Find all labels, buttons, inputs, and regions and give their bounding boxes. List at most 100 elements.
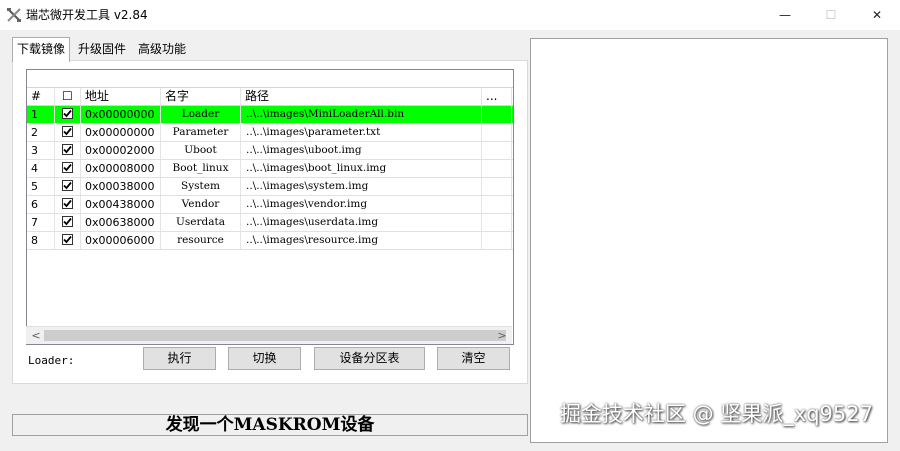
row-address: 0x00000000 xyxy=(81,106,161,123)
column-header-address[interactable]: 地址 xyxy=(81,88,161,105)
row-checkbox[interactable] xyxy=(62,144,73,155)
row-path[interactable]: ..\..\images\resource.img xyxy=(241,232,482,249)
checkmark-icon xyxy=(63,163,72,172)
row-checkbox-cell xyxy=(55,142,81,159)
row-checkbox-cell xyxy=(55,214,81,231)
table-row[interactable]: 3 0x00002000 Uboot ..\..\images\uboot.img xyxy=(27,142,513,160)
title-bar: 瑞芯微开发工具 v2.84 — ☐ ✕ xyxy=(0,0,900,30)
checkmark-icon xyxy=(63,127,72,136)
row-path[interactable]: ..\..\images\vendor.img xyxy=(241,196,482,213)
tab-upgrade-firmware[interactable]: 升级固件 xyxy=(74,38,130,60)
switch-button[interactable]: 切换 xyxy=(228,347,301,370)
table-row[interactable]: 4 0x00008000 Boot_linux ..\..\images\boot_l… xyxy=(27,160,513,178)
row-checkbox[interactable] xyxy=(62,180,73,191)
row-path[interactable]: ..\..\images\system.img xyxy=(241,178,482,195)
row-name: Userdata xyxy=(161,214,241,231)
row-checkbox-cell xyxy=(55,178,81,195)
column-header-row: # ☐ 地址 名字 路径 ... xyxy=(27,88,513,106)
column-header-name[interactable]: 名字 xyxy=(161,88,241,105)
row-more[interactable] xyxy=(482,160,512,177)
row-checkbox-cell xyxy=(55,232,81,249)
app-tools-icon xyxy=(6,7,22,23)
row-checkbox[interactable] xyxy=(62,198,73,209)
scroll-thumb[interactable] xyxy=(44,330,506,341)
row-name: System xyxy=(161,178,241,195)
row-checkbox[interactable] xyxy=(62,162,73,173)
row-name: resource xyxy=(161,232,241,249)
table-row[interactable]: 1 0x00000000 Loader ..\..\images\MiniLoader… xyxy=(27,106,513,124)
list-group-header xyxy=(27,70,513,88)
row-checkbox-cell xyxy=(55,196,81,213)
table-row[interactable]: 6 0x00438000 Vendor ..\..\images\vendor.img xyxy=(27,196,513,214)
column-header-path[interactable]: 路径 xyxy=(241,88,482,105)
row-address: 0x00008000 xyxy=(81,160,161,177)
tab-download-image[interactable]: 下载镜像 xyxy=(12,37,71,62)
row-address: 0x00638000 xyxy=(81,214,161,231)
row-checkbox-cell xyxy=(55,106,81,123)
row-index: 6 xyxy=(27,196,55,213)
maximize-button[interactable]: ☐ xyxy=(808,0,854,30)
row-checkbox[interactable] xyxy=(62,108,73,119)
partition-table-button[interactable]: 设备分区表 xyxy=(314,347,425,370)
window-title: 瑞芯微开发工具 v2.84 xyxy=(26,8,148,22)
row-index: 8 xyxy=(27,232,55,249)
checkmark-icon xyxy=(63,217,72,226)
row-path[interactable]: ..\..\images\MiniLoaderAll.bin xyxy=(241,106,482,123)
row-path[interactable]: ..\..\images\uboot.img xyxy=(241,142,482,159)
row-checkbox-cell xyxy=(55,160,81,177)
checkmark-icon xyxy=(63,235,72,244)
row-checkbox-cell xyxy=(55,124,81,141)
column-header-index[interactable]: # xyxy=(27,88,55,105)
table-row[interactable]: 2 0x00000000 Parameter ..\..\images\paramet… xyxy=(27,124,513,142)
partition-list[interactable]: # ☐ 地址 名字 路径 ... 1 0x00000000 Loader ..\..\… xyxy=(26,69,514,345)
minimize-button[interactable]: — xyxy=(762,0,808,30)
partition-rows: 1 0x00000000 Loader ..\..\images\MiniLoader… xyxy=(27,106,513,250)
row-index: 1 xyxy=(27,106,55,123)
row-more[interactable] xyxy=(482,142,512,159)
row-more[interactable] xyxy=(482,196,512,213)
row-address: 0x00006000 xyxy=(81,232,161,249)
row-address: 0x00038000 xyxy=(81,178,161,195)
row-more[interactable] xyxy=(482,124,512,141)
scroll-left-arrow-icon[interactable]: < xyxy=(30,327,42,344)
row-more[interactable] xyxy=(482,178,512,195)
table-row[interactable]: 7 0x00638000 Userdata ..\..\images\userdata… xyxy=(27,214,513,232)
horizontal-scrollbar[interactable]: < > xyxy=(26,326,512,344)
column-header-more[interactable]: ... xyxy=(482,88,512,105)
table-row[interactable]: 8 0x00006000 resource ..\..\images\resource… xyxy=(27,232,513,250)
row-index: 4 xyxy=(27,160,55,177)
row-path[interactable]: ..\..\images\userdata.img xyxy=(241,214,482,231)
row-name: Vendor xyxy=(161,196,241,213)
device-status-text: 发现一个MASKROM设备 xyxy=(165,415,375,435)
column-header-check[interactable]: ☐ xyxy=(55,88,81,105)
execute-button[interactable]: 执行 xyxy=(143,347,216,370)
table-row[interactable]: 5 0x00038000 System ..\..\images\system.img xyxy=(27,178,513,196)
row-more[interactable] xyxy=(482,214,512,231)
row-index: 2 xyxy=(27,124,55,141)
row-index: 3 xyxy=(27,142,55,159)
close-button[interactable]: ✕ xyxy=(854,0,900,30)
tab-advanced-features[interactable]: 高级功能 xyxy=(134,38,190,60)
watermark-text: 掘金技术社区 @ 坚果派_xq9527 xyxy=(559,402,873,426)
row-checkbox[interactable] xyxy=(62,234,73,245)
row-path[interactable]: ..\..\images\boot_linux.img xyxy=(241,160,482,177)
row-more[interactable] xyxy=(482,232,512,249)
row-address: 0x00002000 xyxy=(81,142,161,159)
row-name: Uboot xyxy=(161,142,241,159)
status-bar: 发现一个MASKROM设备 xyxy=(12,414,528,436)
row-index: 5 xyxy=(27,178,55,195)
checkmark-icon xyxy=(63,109,72,118)
scroll-right-arrow-icon[interactable]: > xyxy=(496,327,508,344)
row-checkbox[interactable] xyxy=(62,216,73,227)
checkmark-icon xyxy=(63,181,72,190)
row-address: 0x00438000 xyxy=(81,196,161,213)
row-path[interactable]: ..\..\images\parameter.txt xyxy=(241,124,482,141)
row-index: 7 xyxy=(27,214,55,231)
row-checkbox[interactable] xyxy=(62,126,73,137)
row-name: Boot_linux xyxy=(161,160,241,177)
checkmark-icon xyxy=(63,199,72,208)
log-panel[interactable]: 掘金技术社区 @ 坚果派_xq9527 xyxy=(530,38,888,443)
clear-button[interactable]: 清空 xyxy=(437,347,510,370)
checkmark-icon xyxy=(63,145,72,154)
row-more[interactable] xyxy=(482,106,512,123)
